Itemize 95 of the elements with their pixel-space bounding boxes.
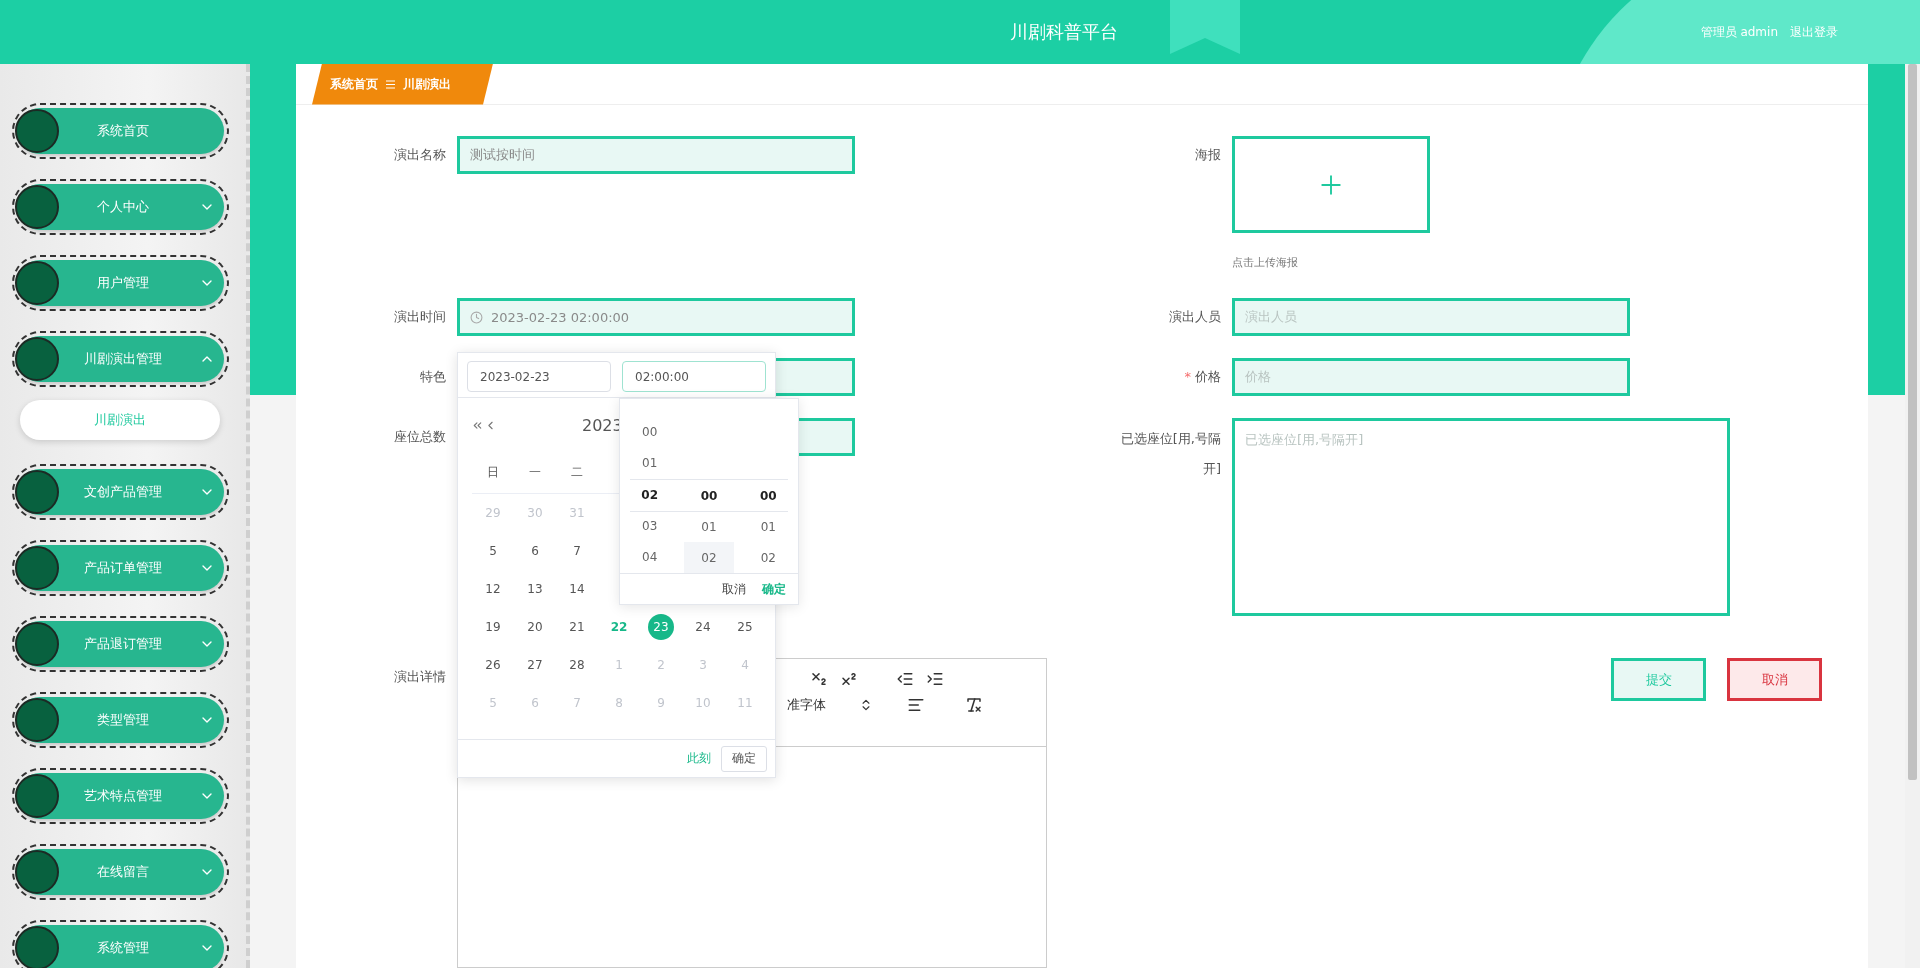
circle-icon [15,337,59,381]
time-option[interactable]: 02 [624,478,675,511]
user-name: 管理员 admin [1700,24,1778,41]
superscript-icon[interactable] [840,670,858,688]
menu-item[interactable]: 川剧演出管理 [12,331,229,387]
calendar-day[interactable]: 21 [564,614,590,640]
outdent-icon[interactable] [896,670,914,688]
time-option[interactable]: 01 [743,511,794,542]
menu-item[interactable]: 文创产品管理 [12,464,229,520]
menu-item[interactable]: 系统管理 [12,920,229,968]
calendar-day[interactable]: 11 [732,690,758,716]
confirm-button[interactable]: 确定 [762,580,786,598]
field-label: * 价格 [1183,368,1221,386]
breadcrumb-link[interactable]: 川剧演出 [403,75,451,93]
field-label: 已选座位[用,号隔开] [1119,430,1221,478]
calendar-day[interactable]: 19 [480,614,506,640]
circle-icon [15,546,59,590]
logout-link[interactable]: 退出登录 [1790,24,1838,41]
calendar-day[interactable]: 22 [606,614,632,640]
field-label: 演出名称 [393,146,446,164]
weekday-label: 日 [472,452,514,494]
circle-icon [15,185,59,229]
field-label: 演出详情 [393,668,446,686]
circle-icon [15,109,59,153]
calendar-day[interactable]: 20 [522,614,548,640]
time-option[interactable]: 02 [743,542,794,573]
calendar-day[interactable]: 29 [480,500,506,526]
field-label: 演出人员 [1168,308,1221,326]
confirm-button[interactable]: 确定 [721,745,767,772]
time-input[interactable]: 02:00:00 [622,361,766,392]
menu-item[interactable]: 个人中心 [12,179,229,235]
menu-item[interactable]: 艺术特点管理 [12,768,229,824]
subscript-icon[interactable] [810,670,828,688]
weekday-label: 一 [514,452,556,494]
time-option[interactable]: 00 [743,480,794,511]
circle-icon [15,470,59,514]
field-label: 座位总数 [393,428,446,446]
time-option[interactable]: 00 [684,480,734,511]
circle-icon [15,698,59,742]
time-option[interactable]: 00 [624,416,675,448]
calendar-day[interactable]: 9 [648,690,674,716]
calendar-day[interactable]: 8 [606,690,632,716]
time-option[interactable]: 01 [684,511,734,542]
font-select[interactable]: 准字体 [787,696,847,714]
time-option[interactable]: 02 [684,542,734,573]
upload-hint: 点击上传海报 [1232,255,1299,270]
textarea-field[interactable]: 已选座位[用,号隔开] [1232,418,1730,616]
indent-icon[interactable] [926,670,944,688]
menu-item[interactable]: 系统首页 [12,103,229,159]
menu-item[interactable]: 产品退订管理 [12,616,229,672]
submenu-item[interactable]: 川剧演出 [20,400,220,440]
menu-item[interactable]: 产品订单管理 [12,540,229,596]
now-link[interactable]: 此刻 [687,750,711,767]
time-option[interactable]: 04 [624,541,675,574]
circle-icon [15,850,59,894]
calendar-day[interactable]: 12 [480,576,506,602]
calendar-day[interactable]: 5 [480,690,506,716]
menu-icon [386,79,395,89]
calendar-day[interactable]: 25 [732,614,758,640]
date-input[interactable]: 2023-02-23 [467,361,611,392]
submit-button[interactable]: 提交 [1611,658,1706,701]
field-label: 演出时间 [393,308,446,326]
calendar-day[interactable]: 6 [522,538,548,564]
breadcrumb-link[interactable]: 系统首页 [330,75,378,93]
field-label: 特色 [419,368,446,386]
site-title: 川剧科普平台 [1010,20,1118,44]
calendar-day[interactable]: 6 [522,690,548,716]
cancel-button[interactable]: 取消 [1727,658,1822,701]
circle-icon [15,926,59,968]
clear-format-icon[interactable] [965,696,983,714]
menu-item[interactable]: 类型管理 [12,692,229,748]
menu-item[interactable]: 在线留言 [12,844,229,900]
align-icon[interactable] [907,696,925,714]
weekday-label: 二 [556,452,598,494]
calendar-day[interactable]: 13 [522,576,548,602]
calendar-day[interactable]: 7 [564,538,590,564]
calendar-day[interactable]: 23 [648,614,674,640]
menu-item[interactable]: 用户管理 [12,255,229,311]
input-field[interactable]: 测试按时间 [457,136,855,174]
clock-icon [470,310,483,324]
calendar-day[interactable]: 24 [690,614,716,640]
calendar-day[interactable]: 10 [690,690,716,716]
cancel-button[interactable]: 取消 [722,580,746,598]
calendar-day[interactable]: 30 [522,500,548,526]
circle-icon [15,622,59,666]
datetime-field[interactable]: 2023-02-23 02:00:00 [457,298,855,336]
calendar-day[interactable]: 14 [564,576,590,602]
circle-icon [15,261,59,305]
time-option[interactable]: 03 [624,510,675,542]
calendar-day[interactable]: 31 [564,500,590,526]
time-option[interactable]: 01 [624,447,675,479]
circle-icon [15,774,59,818]
calendar-day[interactable]: 7 [564,690,590,716]
field-label: 海报 [1194,146,1221,164]
calendar-day[interactable]: 5 [480,538,506,564]
